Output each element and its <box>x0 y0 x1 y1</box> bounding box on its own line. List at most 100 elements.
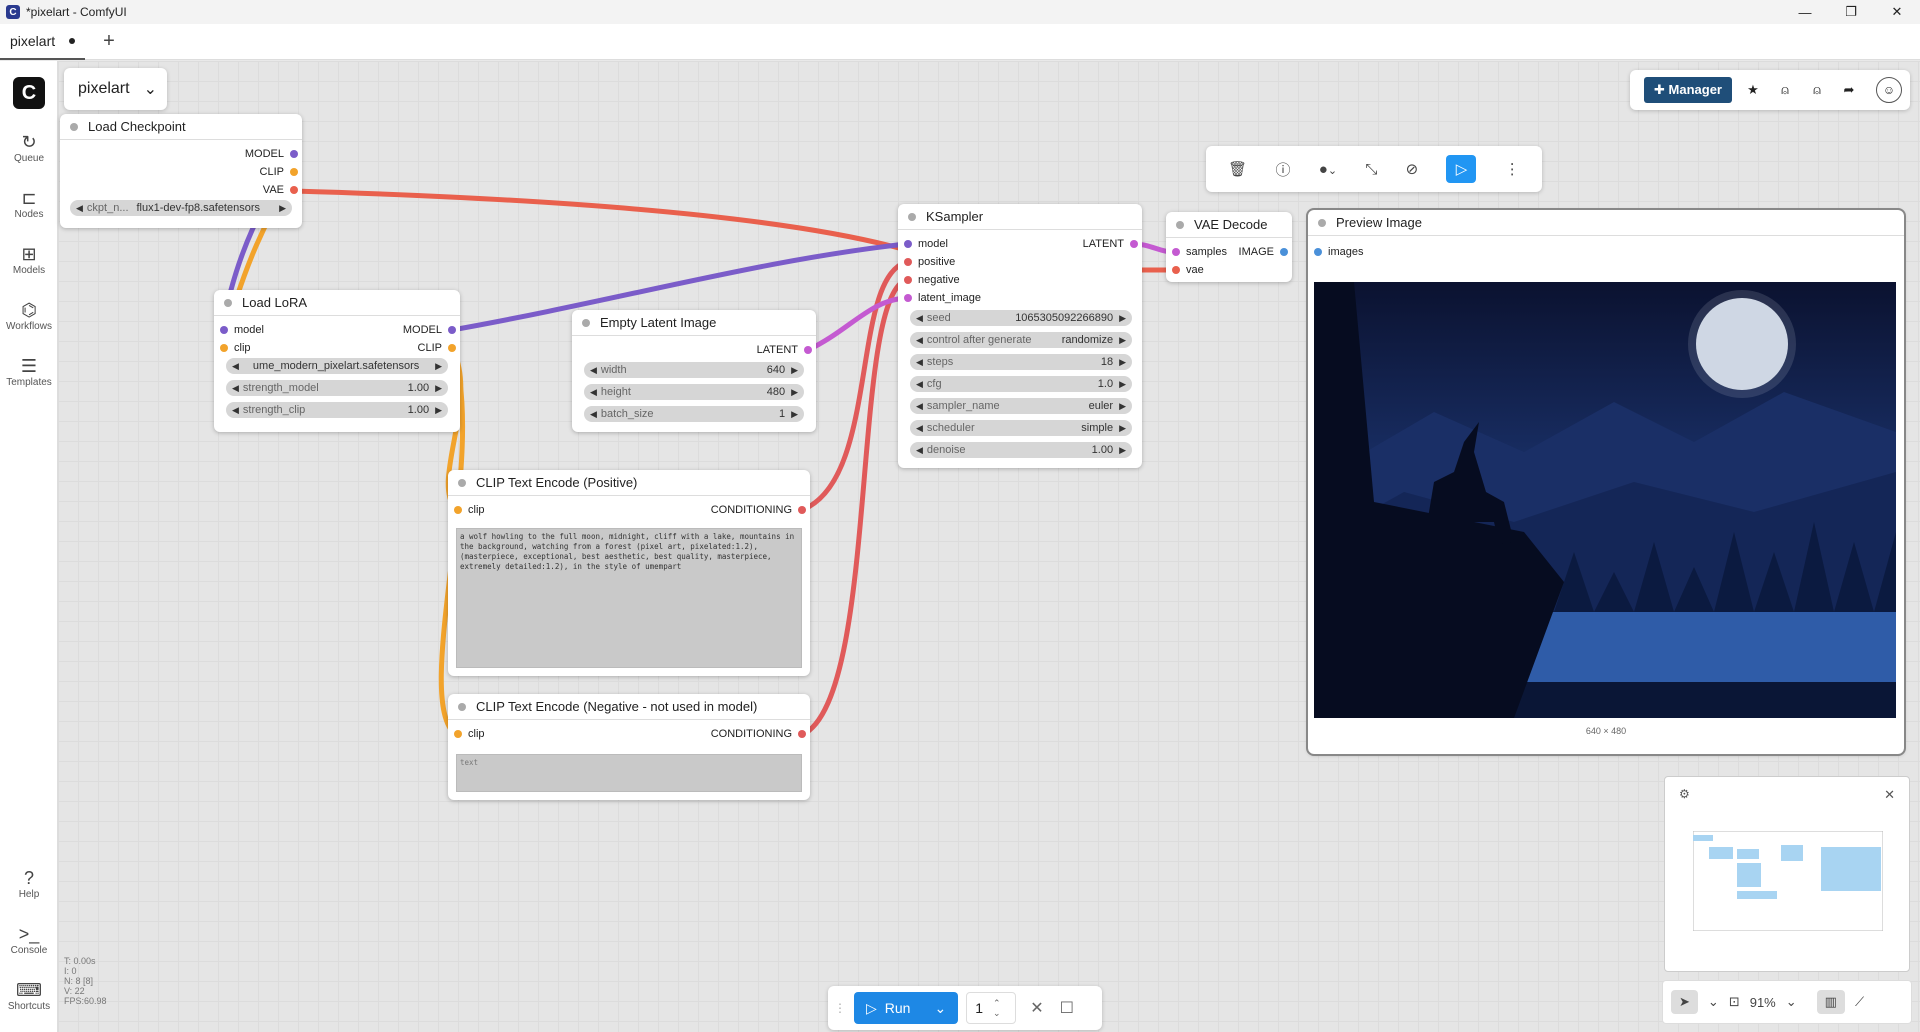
input-model[interactable]: model <box>220 322 264 338</box>
node-load-checkpoint[interactable]: Load Checkpoint MODEL CLIP VAE ◀ ckpt_n..… <box>60 114 302 228</box>
arrow-left-icon: ◀ <box>916 444 923 455</box>
node-title-text: CLIP Text Encode (Negative - not used in… <box>476 699 758 714</box>
output-vae[interactable]: VAE <box>263 182 298 198</box>
output-latent[interactable]: LATENT <box>1083 236 1138 252</box>
chevron-down-icon[interactable]: ⌄ <box>934 1000 946 1017</box>
node-load-lora[interactable]: Load LoRA model clip MODEL CLIP ◀ ume_mod… <box>214 290 460 432</box>
node-empty-latent[interactable]: Empty Latent Image LATENT ◀ width 640 ▶ ◀ he… <box>572 310 816 432</box>
height-widget[interactable]: ◀ height 480 ▶ <box>584 384 804 400</box>
increment-icon[interactable]: ⌃ <box>993 998 1001 1008</box>
slot-label: model <box>234 324 264 336</box>
slot-label: IMAGE <box>1238 246 1274 258</box>
node-title: Empty Latent Image <box>572 310 816 336</box>
info-icon[interactable]: ⓘ <box>1275 159 1290 180</box>
trash-icon[interactable]: 🗑 <box>1228 160 1247 178</box>
slot-dot-icon <box>904 258 912 266</box>
bypass-icon[interactable]: ⊘ <box>1406 160 1419 178</box>
input-clip[interactable]: clip <box>454 726 485 742</box>
arrow-right-icon: ▶ <box>1119 356 1126 367</box>
output-conditioning[interactable]: CONDITIONING <box>711 726 806 742</box>
execute-selected-button[interactable]: ▷ <box>1446 155 1477 183</box>
control-after-generate-widget[interactable]: ◀ control after generate randomize ▶ <box>910 332 1132 348</box>
stat-time: T: 0.00s <box>64 956 96 966</box>
manager-button[interactable]: ✚ Manager <box>1644 77 1732 103</box>
input-positive[interactable]: positive <box>904 254 955 270</box>
sampler-name-widget[interactable]: ◀ sampler_name euler ▶ <box>910 398 1132 414</box>
fit-view-icon[interactable]: ⊡ <box>1729 994 1740 1010</box>
node-ksampler[interactable]: KSampler model positive negative latent_… <box>898 204 1142 468</box>
positive-prompt-textarea[interactable]: a wolf howling to the full moon, midnigh… <box>456 528 802 668</box>
output-model[interactable]: MODEL <box>245 146 298 162</box>
seed-widget[interactable]: ◀ seed 1065305092266890 ▶ <box>910 310 1132 326</box>
decrement-icon[interactable]: ⌄ <box>993 1008 1001 1018</box>
node-clip-text-negative[interactable]: CLIP Text Encode (Negative - not used in… <box>448 694 810 800</box>
node-vae-decode[interactable]: VAE Decode samples vae IMAGE <box>1166 212 1292 282</box>
minimap-close-icon[interactable]: ✕ <box>1884 787 1895 803</box>
node-preview-image[interactable]: Preview Image images 640 × 480 <box>1306 208 1906 756</box>
input-images[interactable]: images <box>1314 244 1363 260</box>
image-size-label: 640 × 480 <box>1585 726 1627 736</box>
run-button[interactable]: ▷ Run ⌄ <box>854 992 959 1024</box>
input-vae[interactable]: vae <box>1172 262 1204 278</box>
chevron-down-icon[interactable]: ⌄ <box>1786 994 1797 1010</box>
input-latent-image[interactable]: latent_image <box>904 290 981 306</box>
model-icon[interactable]: ⍝ <box>1774 82 1796 98</box>
arrow-left-icon: ◀ <box>76 202 83 213</box>
width-widget[interactable]: ◀ width 640 ▶ <box>584 362 804 378</box>
minimap-toggle-icon[interactable]: ▥ <box>1816 990 1845 1014</box>
output-conditioning[interactable]: CONDITIONING <box>711 502 806 518</box>
input-clip[interactable]: clip <box>454 502 485 518</box>
collapse-icon[interactable]: ⤡ <box>1365 161 1377 178</box>
node-clip-text-positive[interactable]: CLIP Text Encode (Positive) clip CONDITI… <box>448 470 810 676</box>
minimap[interactable]: ⚙ ✕ <box>1664 776 1910 972</box>
node-status-dot <box>70 122 78 131</box>
negative-prompt-textarea[interactable]: text <box>456 754 802 792</box>
slot-label: CONDITIONING <box>710 728 792 740</box>
selection-toolbar: 🗑 ⓘ ●⌄ ⤡ ⊘ ▷ ⋮ <box>1206 146 1542 192</box>
input-clip[interactable]: clip <box>220 340 251 356</box>
node-status-dot <box>458 702 466 711</box>
zoom-level[interactable]: 91% <box>1750 995 1776 1010</box>
more-icon[interactable]: ⋮ <box>1505 160 1520 178</box>
cancel-icon[interactable]: ✕ <box>1030 998 1043 1018</box>
output-latent[interactable]: LATENT <box>757 342 812 358</box>
workflow-name: pixelart <box>78 80 130 97</box>
input-model[interactable]: model <box>904 236 948 252</box>
node-title: Preview Image <box>1308 210 1904 236</box>
slot-label: VAE <box>262 184 284 196</box>
node-status-dot <box>582 318 590 327</box>
widget-value: euler <box>1088 400 1114 412</box>
lora-name-combo[interactable]: ◀ ume_modern_pixelart.safetensors ▶ <box>226 358 448 374</box>
cfg-widget[interactable]: ◀ cfg 1.0 ▶ <box>910 376 1132 392</box>
batch-count-input[interactable]: 1 ⌃ ⌄ <box>966 992 1017 1024</box>
output-clip[interactable]: CLIP <box>260 164 298 180</box>
toggle-links-icon[interactable]: ⟋ <box>1855 994 1864 1010</box>
workflow-selector[interactable]: pixelart ⌄ <box>64 68 167 110</box>
steps-widget[interactable]: ◀ steps 18 ▶ <box>910 354 1132 370</box>
input-samples[interactable]: samples <box>1172 244 1227 260</box>
batch-size-widget[interactable]: ◀ batch_size 1 ▶ <box>584 406 804 422</box>
ckpt-name-combo[interactable]: ◀ ckpt_n... flux1-dev-fp8.safetensors ▶ <box>70 200 292 216</box>
strength-model-widget[interactable]: ◀ strength_model 1.00 ▶ <box>226 380 448 396</box>
output-image[interactable]: IMAGE <box>1239 244 1288 260</box>
star-icon[interactable]: ★ <box>1742 82 1764 98</box>
output-clip[interactable]: CLIP <box>418 340 456 356</box>
drag-handle-icon[interactable]: ⋮ <box>834 1001 846 1015</box>
color-picker-button[interactable]: ●⌄ <box>1319 161 1337 178</box>
arrow-right-icon: ▶ <box>1119 334 1126 345</box>
user-avatar[interactable]: ☺ <box>1876 77 1902 103</box>
input-negative[interactable]: negative <box>904 272 960 288</box>
scheduler-widget[interactable]: ◀ scheduler simple ▶ <box>910 420 1132 436</box>
strength-clip-widget[interactable]: ◀ strength_clip 1.00 ▶ <box>226 402 448 418</box>
denoise-widget[interactable]: ◀ denoise 1.00 ▶ <box>910 442 1132 458</box>
select-mode-icon[interactable]: ➤ <box>1671 990 1698 1014</box>
minimap-settings-icon[interactable]: ⚙ <box>1679 787 1690 801</box>
arrow-left-icon: ◀ <box>232 382 239 393</box>
widget-label: sampler_name <box>926 400 1000 412</box>
stop-icon[interactable]: ☐ <box>1060 998 1074 1018</box>
chevron-down-icon[interactable]: ⌄ <box>1708 994 1719 1010</box>
model-alt-icon[interactable]: ⍝ <box>1806 82 1828 98</box>
node-title: Load Checkpoint <box>60 114 302 140</box>
output-model[interactable]: MODEL <box>403 322 456 338</box>
share-icon[interactable]: ➦ <box>1838 82 1860 98</box>
